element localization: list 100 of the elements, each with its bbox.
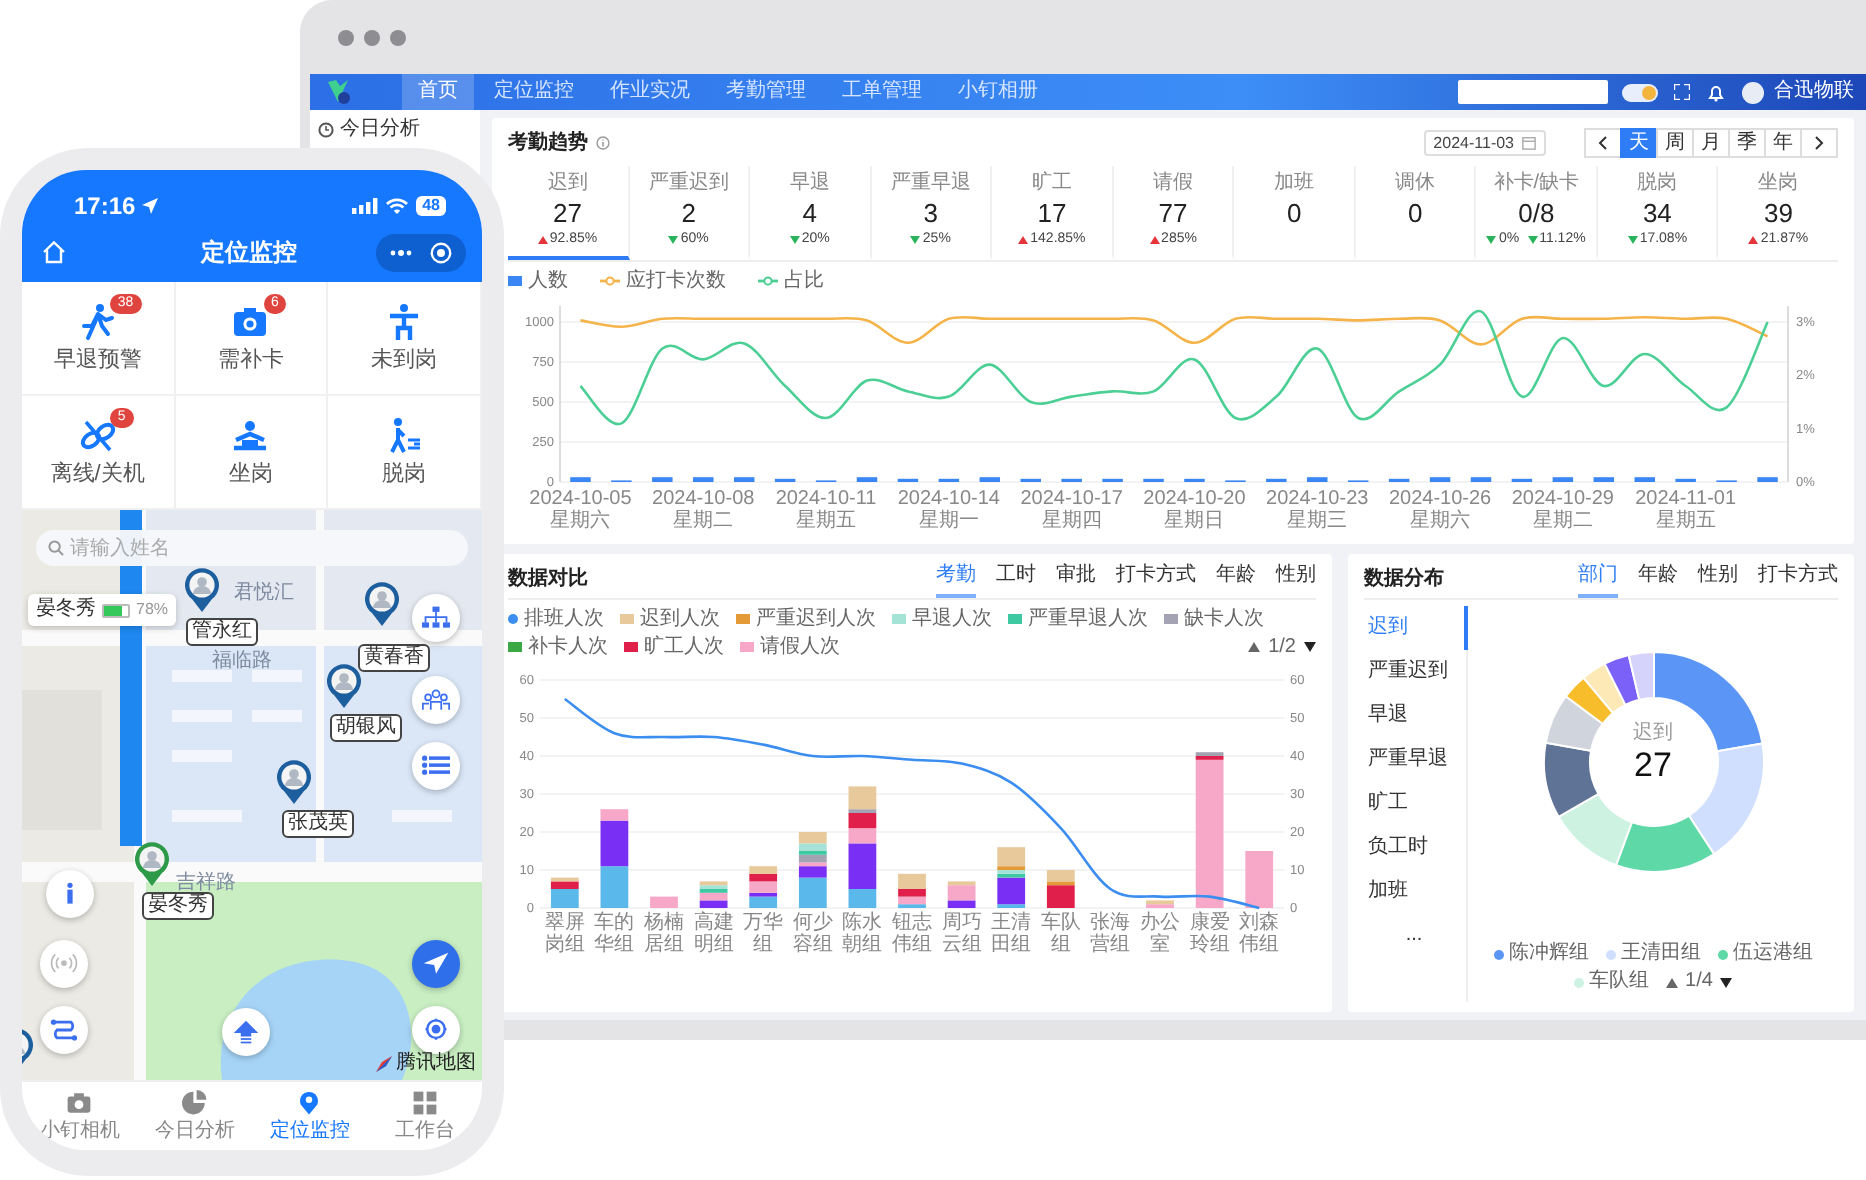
stat-value: 0/8 [1518,198,1555,230]
grid-icon [411,1089,438,1115]
pager-up-icon[interactable] [1665,977,1678,987]
next-button[interactable] [1800,128,1838,158]
logo-icon [322,78,354,106]
chart-tab[interactable]: 考勤 [936,563,976,598]
avatar-icon[interactable] [1742,81,1764,103]
category-item[interactable]: 早退 [1364,693,1468,738]
shortcut-tile[interactable]: 未到岗 [328,282,482,396]
chart-bar [1757,476,1778,482]
axis-label: 2024-10-20 星期日 [1141,487,1248,532]
capsule-menu[interactable] [376,233,466,271]
stat-value: 4 [802,198,817,230]
pager-up-icon[interactable] [1248,642,1261,653]
shortcut-tile[interactable]: 坐岗 [175,396,329,510]
pager-down-icon[interactable] [1720,977,1733,987]
person-pin-icon[interactable] [276,760,312,804]
axis-label: 刘森伟组 [1237,911,1282,956]
category-item[interactable]: 负工时 [1364,825,1468,870]
chart-tab[interactable]: 年龄 [1216,563,1256,598]
legend-label: 伍运港组 [1733,942,1813,966]
chart-bar [1429,476,1451,482]
person-pin-icon[interactable] [364,582,400,626]
chart-bar [733,476,755,482]
chart-tab[interactable]: 性别 [1698,563,1738,598]
period-tab[interactable]: 月 [1692,128,1730,158]
sidebar-item[interactable]: 今日分析 [310,114,428,146]
up-arrow-icon [232,1020,260,1044]
person-pin-icon[interactable] [326,664,362,708]
stat-label: 补卡/缺卡 [1493,172,1580,196]
location-pin-icon [296,1089,323,1115]
stat-label: 严重迟到 [648,172,729,196]
search-field[interactable] [1458,80,1608,104]
page-title: 定位监控 [201,237,297,267]
donut-center-value: 27 [1634,745,1672,786]
map-attribution: 腾讯地图 [396,1052,476,1076]
chevron-right-icon [1814,136,1824,150]
stat-label: 坐岗 [1758,172,1799,196]
axis-label: 2024-10-08 星期二 [650,487,757,532]
person-pin-icon[interactable] [184,568,220,612]
chart-tab[interactable]: 工时 [996,563,1036,598]
chart-bar [856,476,878,482]
stat-value: 0 [1286,198,1302,230]
stat-tile[interactable]: 调休 0 [1355,166,1477,260]
axis-label: 钮志伟组 [890,911,934,956]
axis-label: 2024-10-29 星期二 [1509,487,1616,532]
chart-bar [1245,850,1274,908]
axis-label: 车队组 [1038,911,1083,956]
navigation-arrow-icon [422,952,450,976]
previous-button[interactable] [1584,128,1622,158]
chart-tab[interactable]: 年龄 [1638,563,1678,598]
theme-switch[interactable] [1622,83,1658,101]
org-chart-icon [422,606,450,630]
home-icon[interactable] [42,240,66,264]
legend-label: 陈冲辉组 [1509,942,1589,966]
category-item[interactable]: 迟到 [1364,605,1468,650]
stat-value: 17 [1037,198,1067,230]
stat-label: 迟到 [547,172,588,196]
search-icon [48,540,64,556]
chart-tab[interactable]: 性别 [1276,563,1316,598]
category-item[interactable]: 严重早退 [1364,737,1468,782]
more-icon[interactable] [390,249,412,255]
place-label: 吉祥路 [176,872,236,894]
category-item[interactable]: 加班 [1364,869,1468,914]
seated-person-icon [230,415,271,456]
search-field[interactable]: 请输入姓名 [36,530,468,566]
chart-tab[interactable]: 打卡方式 [1758,563,1838,598]
chart-bar [1634,476,1655,482]
category-item[interactable]: 旷工 [1364,781,1468,826]
person-name-label: 管永红 [186,618,258,646]
person-pin-icon[interactable] [134,842,170,886]
stat-tile[interactable]: 加班 0 [1234,166,1356,260]
chart-tab[interactable]: 部门 [1578,563,1618,598]
window-dots-icon [338,29,406,45]
more-button[interactable]: ... [1364,913,1468,958]
axis-label: 车的华组 [592,911,637,956]
stat-label: 加班 [1274,172,1315,196]
period-tab[interactable]: 季 [1728,128,1766,158]
fullscreen-icon[interactable] [1674,84,1690,100]
category-item[interactable]: 严重迟到 [1364,649,1468,694]
stat-label: 早退 [789,172,830,196]
legend-label: 人数 [528,269,568,294]
chart-tab[interactable]: 审批 [1056,563,1096,598]
legend-label: 旷工人次 [644,635,724,660]
close-target-icon[interactable] [430,241,452,263]
shortcut-tile[interactable]: 脱岗 [328,396,482,510]
chart-bar [1593,476,1615,482]
period-tab[interactable]: 周 [1656,128,1694,158]
period-tab[interactable]: 天 [1620,128,1658,158]
pager-down-icon[interactable] [1304,642,1316,653]
axis-label: 2024-10-14 星期一 [895,487,1002,532]
axis-label: 2024-10-11 星期五 [773,487,879,532]
place-label: 福临路 [212,650,272,674]
date-field[interactable]: 2024-11-03 [1423,129,1546,157]
chart-bar [570,476,591,482]
legend-label: 请假人次 [760,635,840,660]
axis-label: 陈水朝组 [840,911,885,956]
period-tab[interactable]: 年 [1764,128,1802,158]
bell-icon[interactable] [1708,83,1724,101]
chart-tab[interactable]: 打卡方式 [1116,563,1196,598]
